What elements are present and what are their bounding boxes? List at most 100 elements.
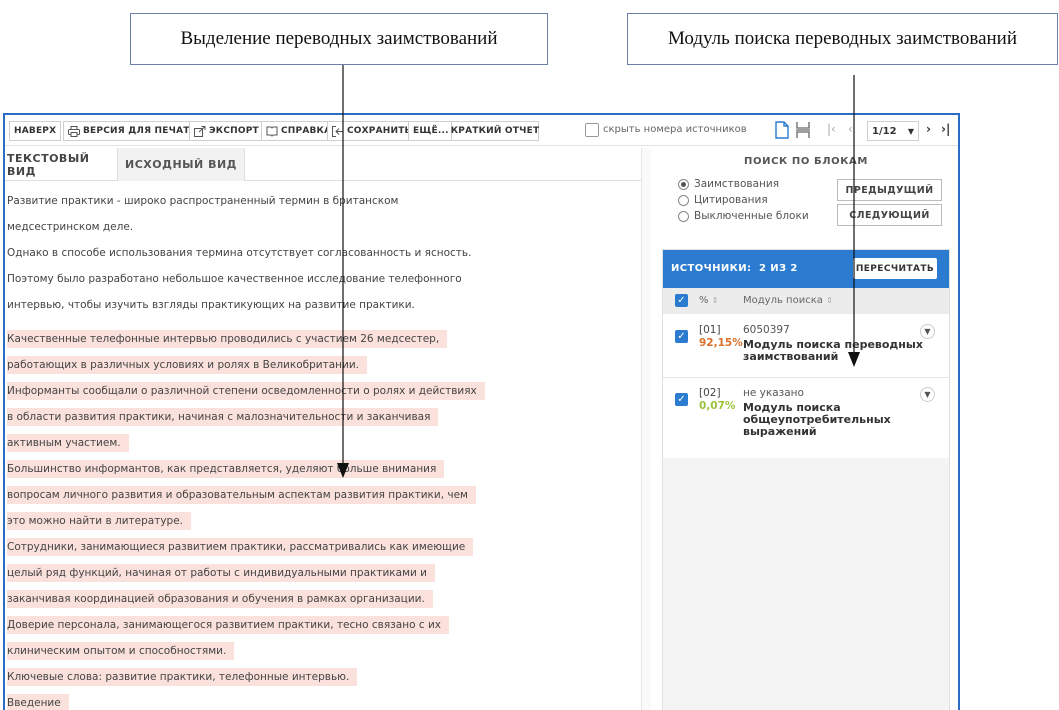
book-icon [266,126,278,137]
next-label: СЛЕДУЮЩИЙ [849,209,930,221]
prev-page-icon[interactable]: ‹ [848,122,853,136]
source-checkbox[interactable]: ✓ [675,393,688,406]
hide-source-numbers-checkbox[interactable] [585,123,599,137]
source-item[interactable]: ✓ [01] 92,15% 6050397 Модуль поиска пере… [663,314,949,378]
percent-column-header[interactable]: % ⇕ [699,295,718,306]
percent-column-label: % [699,295,709,306]
tab-text-view-label: ТЕКСТОВЫЙ ВИД [7,151,90,178]
callout-translated-borrowings-highlight: Выделение переводных заимствований [130,13,548,65]
save-button[interactable]: СОХРАНИТЬ [327,121,417,141]
highlighted-line[interactable]: Качественные телефонные интервью проводи… [7,330,448,348]
next-page-icon[interactable]: › [926,122,931,136]
source-percent: 92,15% [699,337,743,349]
radio-borrowings[interactable]: Заимствования [678,177,779,191]
next-button[interactable]: СЛЕДУЮЩИЙ [837,204,942,226]
printer-icon [68,125,80,137]
highlighted-line[interactable]: вопросам личного развития и образователь… [7,486,476,504]
text-line: Развитие практики - широко распространен… [7,195,399,207]
export-button[interactable]: ЭКСПОРТ [189,121,264,141]
first-page-icon[interactable]: |‹ [827,122,836,136]
split-view-icon[interactable] [795,121,811,139]
source-percent: 0,07% [699,400,736,412]
top-button-label: НАВЕРХ [14,126,57,136]
more-button[interactable]: ЕЩЁ... [408,121,454,141]
report-window: НАВЕРХ ВЕРСИЯ ДЛЯ ПЕЧАТИ ЭКСПОРТ СПРАВКА… [3,113,960,710]
more-label: ЕЩЁ... [413,126,449,136]
callout-translated-borrowings-module: Модуль поиска переводных заимствований [627,13,1058,65]
document-view-icon[interactable] [775,121,789,139]
previous-label: ПРЕДЫДУЩИЙ [845,184,934,196]
sources-panel: ИСТОЧНИКИ: 2 ИЗ 2 ПЕРЕСЧИТАТЬ ✓ % ⇕ Моду… [662,249,950,710]
radio-citations-label: Цитирования [694,194,768,206]
radio-icon [678,194,689,206]
source-number: [01] [699,324,721,336]
sources-column-header: ✓ % ⇕ Модуль поиска ⇕ [663,288,949,314]
print-version-button[interactable]: ВЕРСИЯ ДЛЯ ПЕЧАТИ [63,121,203,141]
highlighted-line[interactable]: Информанты сообщали о различной степени … [7,382,485,400]
select-all-checkbox[interactable]: ✓ [675,294,688,307]
highlighted-line[interactable]: Введение [7,694,69,710]
callout-right-text: Модуль поиска переводных заимствований [667,28,1018,49]
text-line: Поэтому было разработано небольшое качес… [7,273,462,285]
export-label: ЭКСПОРТ [209,126,259,136]
highlighted-line[interactable]: это можно найти в литературе. [7,512,192,530]
recalculate-label: ПЕРЕСЧИТАТЬ [855,263,935,274]
document-text: Развитие практики - широко распространен… [5,182,641,710]
hide-source-numbers-label: скрыть номера источников [603,124,747,135]
last-page-icon[interactable]: ›| [941,122,950,136]
short-report-label: КРАТКИЙ ОТЧЕТ [450,126,540,136]
page-select[interactable]: 1/12 ▼ [867,121,919,141]
module-column-label: Модуль поиска [743,295,823,306]
highlighted-line[interactable]: Ключевые слова: развитие практики, телеф… [7,668,358,686]
help-button[interactable]: СПРАВКА [261,121,337,141]
highlighted-line[interactable]: активным участием. [7,434,129,452]
highlighted-line[interactable]: в области развития практики, начиная с м… [7,408,439,426]
save-icon [332,125,343,137]
radio-icon [678,210,689,222]
text-line: Однако в способе использования термина о… [7,247,472,259]
chevron-down-icon: ▼ [907,126,914,136]
source-item[interactable]: ✓ [02] 0,07% не указано Модуль поиска об… [663,378,949,458]
radio-disabled-blocks[interactable]: Выключенные блоки [678,209,809,223]
recalculate-button[interactable]: ПЕРЕСЧИТАТЬ [853,258,937,279]
source-number: [02] [699,387,721,399]
expand-chevron-icon[interactable]: ▼ [920,387,935,402]
top-button[interactable]: НАВЕРХ [9,121,62,141]
source-module: Модуль поиска общеупотребительных выраже… [743,401,891,438]
document-scrollbar[interactable] [641,148,651,710]
tab-source-view-label: ИСХОДНЫЙ ВИД [125,158,237,171]
radio-disabled-blocks-label: Выключенные блоки [694,210,809,222]
previous-button[interactable]: ПРЕДЫДУЩИЙ [837,179,942,201]
sources-title: ИСТОЧНИКИ: [671,263,752,274]
highlighted-line[interactable]: клиническим опытом и способностями. [7,642,235,660]
expand-chevron-icon[interactable]: ▼ [920,324,935,339]
tab-source-view[interactable]: ИСХОДНЫЙ ВИД [117,148,245,181]
short-report-button[interactable]: КРАТКИЙ ОТЧЕТ [451,121,539,141]
export-icon [194,125,206,137]
print-version-label: ВЕРСИЯ ДЛЯ ПЕЧАТИ [83,126,198,136]
highlighted-line[interactable]: Доверие персонала, занимающегося развити… [7,616,449,634]
help-label: СПРАВКА [281,126,332,136]
highlighted-line[interactable]: целый ряд функций, начиная от работы с и… [7,564,435,582]
save-label: СОХРАНИТЬ [347,126,412,136]
source-id: 6050397 [743,324,790,336]
block-search-title: ПОИСК ПО БЛОКАМ [744,156,868,167]
radio-selected-icon [678,178,689,190]
text-line: медсестринском деле. [7,221,134,233]
source-module: Модуль поиска переводных заимствований [743,338,923,363]
page-value: 1/12 [872,125,897,137]
highlighted-line[interactable]: Сотрудники, занимающиеся развитием практ… [7,538,474,556]
module-column-header[interactable]: Модуль поиска ⇕ [743,295,833,306]
highlighted-line[interactable]: заканчивая координацией образования и об… [7,590,433,608]
sort-icon: ⇕ [711,296,719,305]
callout-left-text: Выделение переводных заимствований [180,28,498,49]
block-search-panel: ПОИСК ПО БЛОКАМ Заимствования Цитировани… [662,148,950,242]
highlighted-line[interactable]: работающих в различных условиях и ролях … [7,356,367,374]
highlighted-line[interactable]: Большинство информантов, как представляе… [7,460,445,478]
radio-borrowings-label: Заимствования [694,178,780,190]
sources-header: ИСТОЧНИКИ: 2 ИЗ 2 ПЕРЕСЧИТАТЬ [663,250,949,288]
source-checkbox[interactable]: ✓ [675,330,688,343]
tab-text-view[interactable]: ТЕКСТОВЫЙ ВИД [5,148,117,181]
source-id: не указано [743,387,804,399]
radio-citations[interactable]: Цитирования [678,193,768,207]
